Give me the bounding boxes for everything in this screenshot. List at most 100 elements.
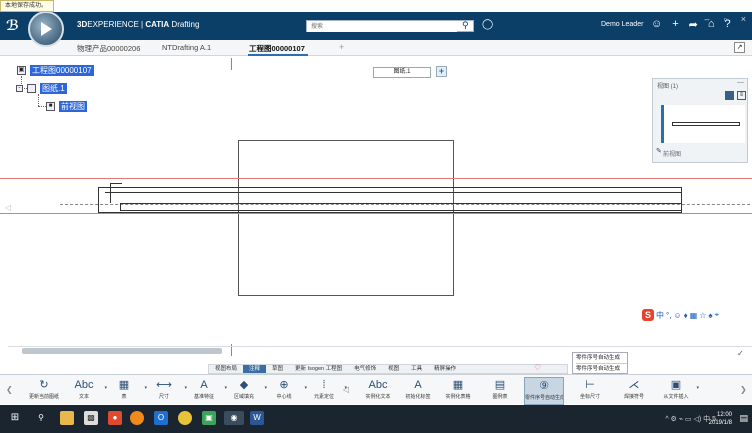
scroll-left-icon[interactable]: ◁ [343, 385, 349, 394]
minimize-button[interactable]: – [705, 14, 710, 24]
edit-icon[interactable]: ✎ [656, 147, 662, 155]
tab-annotation[interactable]: 注释 [243, 365, 267, 373]
ime-punct-icon[interactable]: °, [666, 311, 671, 320]
position-icon: ⁞ [322, 379, 326, 391]
instantiate-text-button[interactable]: Abc 实例化文本 [358, 377, 398, 405]
tree-item-sheet[interactable]: - 图纸.1 [16, 83, 67, 94]
word-icon[interactable]: W [250, 411, 264, 425]
file-explorer-icon[interactable] [60, 411, 74, 425]
chrome-icon[interactable] [178, 411, 192, 425]
taskbar-search-icon[interactable]: ⚲ [34, 411, 48, 425]
scroll-left-icon[interactable]: ❮ [6, 385, 13, 394]
favorites-icon[interactable]: ♡ [534, 363, 541, 372]
tab-sketch[interactable]: 草图 [266, 365, 289, 373]
tree-connector [38, 106, 46, 107]
share-icon[interactable]: ➦ [689, 18, 698, 31]
init-label-button[interactable]: A 初始化标签 [398, 377, 438, 405]
search-icon[interactable]: ⚲ [462, 20, 469, 31]
add-sheet-button[interactable]: + [436, 66, 447, 77]
collapse-icon[interactable]: - [16, 85, 23, 92]
tree-item-drawing[interactable]: ▣ 工程图00000107 [17, 65, 94, 76]
sheet-tab[interactable]: 图纸.1 [373, 67, 431, 78]
action-bar: ❮ ↻ 更新当前图纸 Abc 文本 ▾ ▦ 表 ▾ ⟷ 尺寸 ▾ A 基准特征 ▾ ◆ 区域填充 ▾ … [0, 374, 752, 405]
check-icon[interactable]: ✓ [737, 349, 744, 358]
notepad-icon[interactable]: ▩ [84, 411, 98, 425]
app-red-icon[interactable]: ● [108, 411, 122, 425]
tab-view-layout[interactable]: 视图布局 [209, 365, 243, 373]
table-button[interactable]: ▦ 表 ▾ [104, 377, 147, 405]
view-icon: ■ [46, 102, 55, 111]
outlook-icon[interactable]: O [154, 411, 168, 425]
ds-logo-icon[interactable]: ℬ [6, 17, 19, 34]
view-boundary [0, 178, 752, 179]
tree-item-view[interactable]: ■ 前视图 [46, 101, 87, 112]
tab-touch[interactable]: 精屏操作 [428, 365, 462, 373]
tab-electrical[interactable]: 电气修饰 [348, 365, 382, 373]
close-button[interactable]: × [741, 14, 746, 24]
centerline-button[interactable]: ⊕ 中心线 ▾ [264, 377, 307, 405]
update-sheet-button[interactable]: ↻ 更新当前图纸 [24, 377, 64, 405]
scroll-right-icon[interactable]: ❯ [740, 385, 747, 394]
views-panel-title: 视图 (1) [657, 84, 679, 90]
taskbar: ⊞ ⚲ ▩ ● O ▣ ◉ W ^ ⚙ ⌁ ▭ ◁) 中 5 12:00 201… [0, 405, 752, 433]
horizontal-scrollbar[interactable] [22, 348, 222, 354]
geometry-line[interactable] [120, 203, 682, 211]
coordinate-icon: ⊢ [585, 379, 595, 391]
ime-emoji-icon[interactable]: ☺ [673, 311, 681, 320]
table-instance-icon: ▦ [452, 379, 464, 391]
element-position-button[interactable]: ⁞ 元素定位 ▾ [304, 377, 347, 405]
weld-icon: ⋌ [628, 379, 640, 391]
tool-label: 表 [121, 394, 127, 400]
list-view-icon[interactable]: ≡ [737, 91, 746, 100]
ime-tools-icon[interactable]: ♠ [708, 311, 712, 320]
windows-start-icon[interactable]: ⊞ [8, 411, 22, 425]
tab-drawing[interactable]: 工程图00000107 [249, 43, 305, 54]
auto-balloon-button[interactable]: ⑨ 零件序号自动生成 [524, 377, 564, 405]
grid-view-icon[interactable] [725, 91, 734, 100]
text-button[interactable]: Abc 文本 ▾ [64, 377, 107, 405]
view-anchor[interactable] [110, 183, 122, 203]
area-fill-button[interactable]: ◆ 区域填充 ▾ [224, 377, 267, 405]
maximize-button[interactable]: ▫ [724, 14, 727, 24]
ime-keyboard-icon[interactable]: ▦ [690, 311, 698, 320]
catia-taskbar-icon[interactable]: ◉ [224, 411, 244, 425]
add-icon[interactable]: + [672, 18, 678, 31]
ime-skin-icon[interactable]: ☆ [699, 311, 706, 320]
insert-from-file-button[interactable]: ▣ 从文件插入 ▾ [656, 377, 699, 405]
ime-settings-icon[interactable]: ⌖ [715, 310, 720, 320]
firefox-icon[interactable] [130, 411, 144, 425]
scroll-left-icon[interactable]: ◁ [5, 203, 11, 212]
tool-label: 更新当前图纸 [28, 394, 59, 400]
notification-icon[interactable]: ▤ [739, 413, 748, 424]
user-avatar-icon[interactable]: ☺ [651, 18, 662, 31]
sogou-icon[interactable]: S [642, 309, 654, 321]
tab-physical-product[interactable]: 物理产品00000206 [77, 43, 140, 54]
splitter[interactable] [231, 58, 232, 70]
clock[interactable]: 12:00 2019/1/8 [709, 411, 732, 427]
weld-symbol-button[interactable]: ⋌ 焊接符号 [614, 377, 654, 405]
search-input[interactable] [307, 22, 457, 32]
panel-menu-icon[interactable]: — [737, 79, 744, 86]
user-name[interactable]: Demo Leader [601, 21, 643, 28]
tab-tools[interactable]: 工具 [405, 365, 428, 373]
datum-feature-button[interactable]: A 基准特征 ▾ [184, 377, 227, 405]
ime-chinese-icon[interactable]: 中 [656, 310, 664, 321]
expand-icon[interactable]: ↗ [734, 42, 745, 53]
compass-icon[interactable] [28, 11, 64, 47]
tag-icon[interactable]: ◯ [482, 19, 493, 30]
tab-ntdrafting[interactable]: NTDrafting A.1 [162, 43, 211, 52]
app-green-icon[interactable]: ▣ [202, 411, 216, 425]
search-box[interactable] [306, 20, 474, 32]
geometry-line[interactable] [105, 192, 682, 193]
ime-voice-icon[interactable]: ♦ [684, 311, 688, 320]
legend-icon: ▤ [494, 379, 506, 391]
coordinate-dimension-button[interactable]: ⊢ 坐标尺寸 [570, 377, 610, 405]
dimension-button[interactable]: ⟷ 尺寸 ▾ [144, 377, 187, 405]
legend-table-button[interactable]: ▤ 图例表 [480, 377, 520, 405]
instantiate-table-button[interactable]: ▦ 实例化表格 [438, 377, 478, 405]
tooltip-text: 零件序号自动生成 [576, 366, 621, 372]
add-tab-button[interactable]: + [339, 42, 344, 52]
tab-update-isogen[interactable]: 更新 Isogen 工程图 [289, 365, 348, 373]
tab-view[interactable]: 视图 [382, 365, 405, 373]
view-thumbnail[interactable] [661, 105, 745, 143]
